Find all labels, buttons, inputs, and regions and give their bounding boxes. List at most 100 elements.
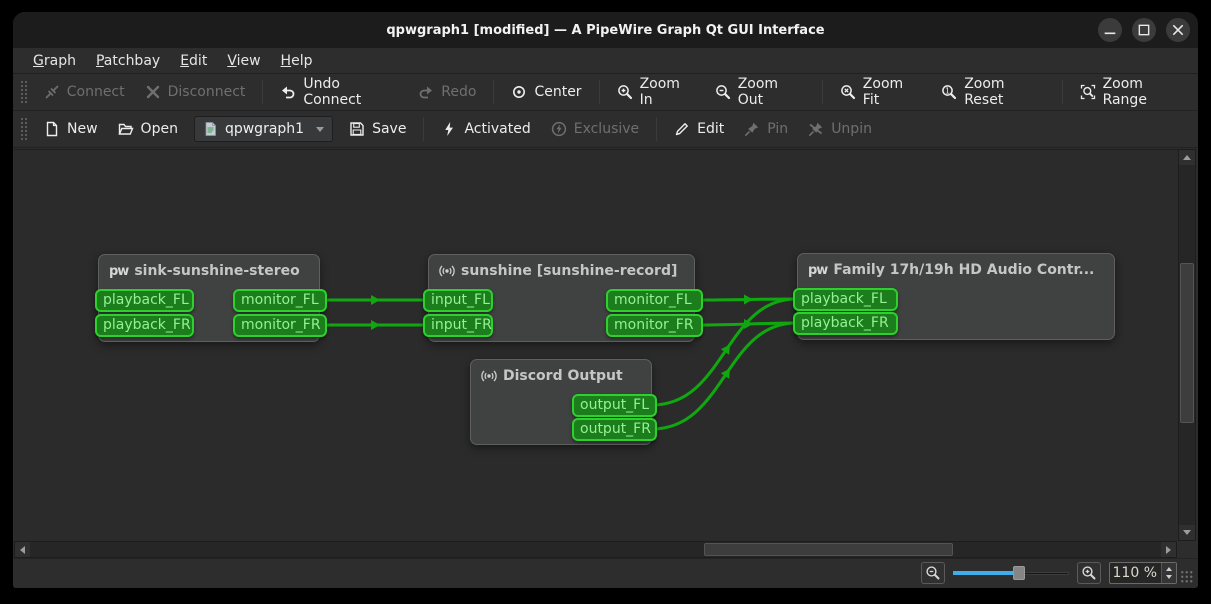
zoom-in-button[interactable]: Zoom In	[607, 78, 705, 106]
zoom-out-button[interactable]: Zoom Out	[705, 78, 815, 106]
port-output-fr[interactable]: output_FR	[572, 418, 657, 441]
title-bar[interactable]: qpwgraph1 [modified] — A PipeWire Graph …	[13, 12, 1198, 48]
port-output-fl[interactable]: output_FL	[572, 394, 657, 417]
port-playback-fl[interactable]: playback_FL	[95, 289, 194, 312]
zoom-fit-icon	[840, 84, 856, 100]
save-patchbay-button[interactable]: Save	[339, 115, 416, 143]
activated-toggle[interactable]: Activated	[431, 115, 540, 143]
spin-up-icon	[1166, 567, 1172, 571]
lightning-circle-icon	[551, 121, 567, 137]
center-button[interactable]: Center	[501, 78, 591, 106]
pin-button[interactable]: Pin	[734, 115, 798, 143]
toolbar-separator	[656, 117, 657, 141]
open-patchbay-button[interactable]: Open	[108, 115, 188, 143]
exclusive-toggle[interactable]: Exclusive	[541, 115, 649, 143]
port-monitor-fr[interactable]: monitor_FR	[606, 314, 703, 337]
zoom-reset-icon: 1	[941, 84, 957, 100]
status-bar: 110 %	[13, 558, 1198, 588]
statusbar-zoom-in-button[interactable]	[1077, 562, 1101, 584]
menu-bar: Graph Patchbay Edit View Help	[13, 48, 1198, 74]
connect-icon	[44, 84, 60, 100]
redo-button[interactable]: Redo	[408, 78, 486, 106]
node-title: sunshine [sunshine-record]	[461, 263, 677, 279]
toolbar-grip[interactable]	[20, 117, 28, 141]
node-title: sink-sunshine-stereo	[134, 263, 299, 279]
save-icon	[349, 121, 365, 137]
minimize-button[interactable]	[1098, 18, 1122, 42]
arrow-up-icon	[1183, 155, 1191, 160]
node-title: Family 17h/19h HD Audio Contr...	[833, 262, 1094, 278]
unpin-button[interactable]: Unpin	[798, 115, 882, 143]
patchbay-file-icon	[203, 121, 219, 137]
pin-icon	[744, 121, 760, 137]
toolbar-separator	[599, 80, 600, 104]
spin-buttons[interactable]	[1161, 563, 1176, 583]
zoom-in-icon	[617, 84, 633, 100]
redo-icon	[418, 84, 434, 100]
edit-patchbay-button[interactable]: Edit	[664, 115, 734, 143]
toolbar-separator	[423, 117, 424, 141]
horizontal-scroll-thumb[interactable]	[704, 543, 953, 556]
wire-arrow	[744, 295, 753, 305]
port-playback-fr[interactable]: playback_FR	[95, 314, 194, 337]
undo-connect-button[interactable]: Undo Connect	[270, 78, 408, 106]
menu-help[interactable]: Help	[271, 50, 323, 72]
new-patchbay-button[interactable]: New	[34, 115, 108, 143]
slider-handle[interactable]	[1013, 566, 1025, 580]
zoom-spinbox[interactable]: 110 %	[1109, 562, 1177, 584]
port-input-fl[interactable]: input_FL	[423, 289, 493, 312]
port-monitor-fr[interactable]: monitor_FR	[233, 314, 327, 337]
pencil-icon	[674, 121, 690, 137]
zoom-out-icon	[715, 84, 731, 100]
disconnect-icon	[145, 84, 161, 100]
pipewire-icon: pw	[808, 263, 827, 278]
port-playback-fl[interactable]: playback_FL	[793, 288, 898, 311]
scroll-down-button[interactable]	[1179, 525, 1195, 540]
port-input-fr[interactable]: input_FR	[423, 314, 493, 337]
spin-down-icon	[1166, 575, 1172, 579]
center-icon	[511, 84, 527, 100]
zoom-value: 110 %	[1110, 565, 1161, 581]
window-title: qpwgraph1 [modified] — A PipeWire Graph …	[386, 23, 824, 38]
node-title: Discord Output	[503, 368, 623, 384]
toolbar-separator	[1062, 80, 1063, 104]
toolbar-grip[interactable]	[20, 80, 28, 104]
scroll-left-button[interactable]	[15, 542, 30, 557]
zoom-range-icon	[1080, 84, 1096, 100]
toolbar-separator	[822, 80, 823, 104]
horizontal-scrollbar[interactable]	[14, 541, 1177, 558]
zoom-slider[interactable]	[953, 562, 1069, 584]
port-monitor-fl[interactable]: monitor_FL	[233, 289, 327, 312]
maximize-button[interactable]	[1132, 18, 1156, 42]
patchbay-selector-value: qpwgraph1	[225, 121, 304, 137]
port-playback-fr[interactable]: playback_FR	[793, 312, 898, 335]
graph-canvas[interactable]: pw sink-sunshine-stereo playback_FL playb…	[14, 149, 1178, 541]
lightning-icon	[441, 121, 457, 137]
svg-text:1: 1	[945, 86, 950, 95]
zoom-range-button[interactable]: Zoom Range	[1070, 78, 1198, 106]
new-file-icon	[44, 121, 60, 137]
disconnect-button[interactable]: Disconnect	[135, 78, 256, 106]
connection-wires	[14, 150, 1178, 542]
vertical-scroll-thumb[interactable]	[1180, 263, 1194, 423]
vertical-scrollbar[interactable]	[1178, 149, 1196, 541]
connect-button[interactable]: Connect	[34, 78, 135, 106]
zoom-reset-button[interactable]: 1 Zoom Reset	[931, 78, 1054, 106]
statusbar-zoom-out-button[interactable]	[921, 562, 945, 584]
patchbay-selector[interactable]: qpwgraph1	[194, 116, 333, 142]
window-controls	[1098, 18, 1190, 42]
menu-view[interactable]: View	[217, 50, 270, 72]
scroll-right-button[interactable]	[1161, 542, 1176, 557]
port-monitor-fl[interactable]: monitor_FL	[606, 289, 703, 312]
zoom-fit-button[interactable]: Zoom Fit	[830, 78, 931, 106]
menu-patchbay[interactable]: Patchbay	[86, 50, 170, 72]
zoom-out-icon	[925, 565, 941, 581]
pipewire-icon: pw	[109, 264, 128, 279]
stream-icon	[439, 263, 455, 279]
toolbar-separator	[493, 80, 494, 104]
menu-graph[interactable]: Graph	[23, 50, 86, 72]
scroll-up-button[interactable]	[1179, 150, 1195, 165]
resize-grip[interactable]	[1180, 570, 1194, 584]
close-button[interactable]	[1166, 18, 1190, 42]
menu-edit[interactable]: Edit	[170, 50, 217, 72]
